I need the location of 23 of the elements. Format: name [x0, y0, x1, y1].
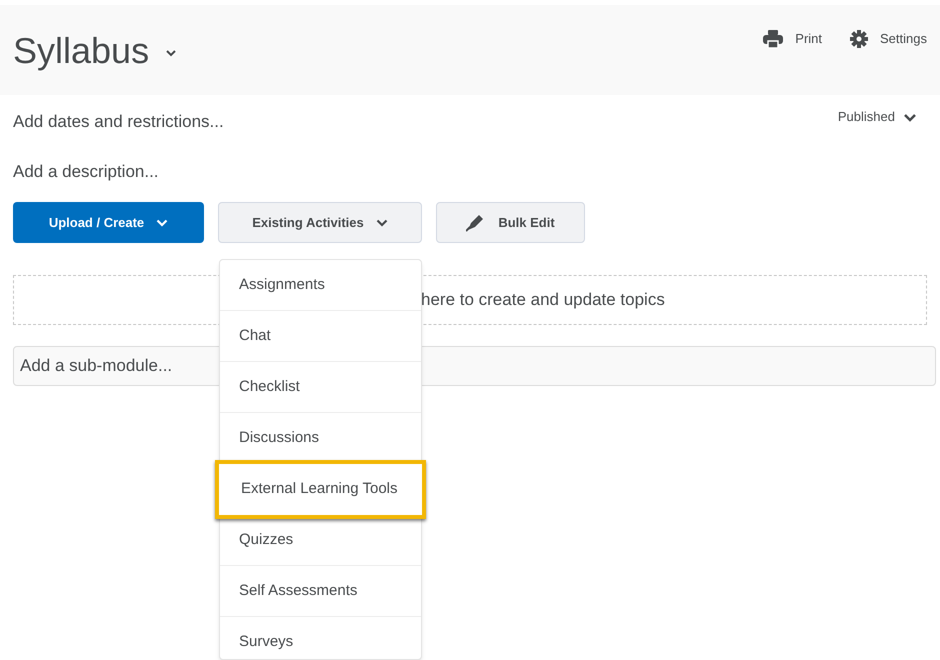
chevron-down-icon — [376, 218, 388, 226]
menu-item[interactable]: Chat — [220, 311, 421, 362]
menu-item[interactable]: Self Assessments — [220, 566, 421, 617]
description-link[interactable]: Add a description... — [13, 162, 159, 181]
menu-item[interactable]: Assignments — [220, 260, 421, 311]
chevron-down-icon — [903, 112, 917, 122]
bulk-edit-button[interactable]: Bulk Edit — [436, 202, 585, 243]
dates-restrictions-link[interactable]: Add dates and restrictions... — [13, 112, 224, 131]
drop-zone-text: here to create and update topics — [421, 289, 665, 312]
chevron-down-icon — [156, 218, 168, 226]
menu-item[interactable]: Quizzes — [220, 515, 421, 566]
printer-icon — [763, 30, 784, 48]
page-title: Syllabus — [13, 29, 150, 73]
upload-create-button[interactable]: Upload / Create — [13, 202, 204, 243]
menu-item[interactable]: Checklist — [220, 362, 421, 413]
chevron-down-icon[interactable] — [165, 49, 178, 57]
published-dropdown[interactable]: Published — [838, 107, 917, 127]
menu-item[interactable]: External Learning Tools — [215, 460, 426, 519]
existing-activities-button[interactable]: Existing Activities — [218, 202, 422, 243]
print-button[interactable]: Print — [763, 29, 822, 48]
settings-icon — [850, 30, 868, 48]
settings-button[interactable]: Settings — [850, 29, 927, 48]
menu-item[interactable]: Surveys — [220, 617, 421, 660]
